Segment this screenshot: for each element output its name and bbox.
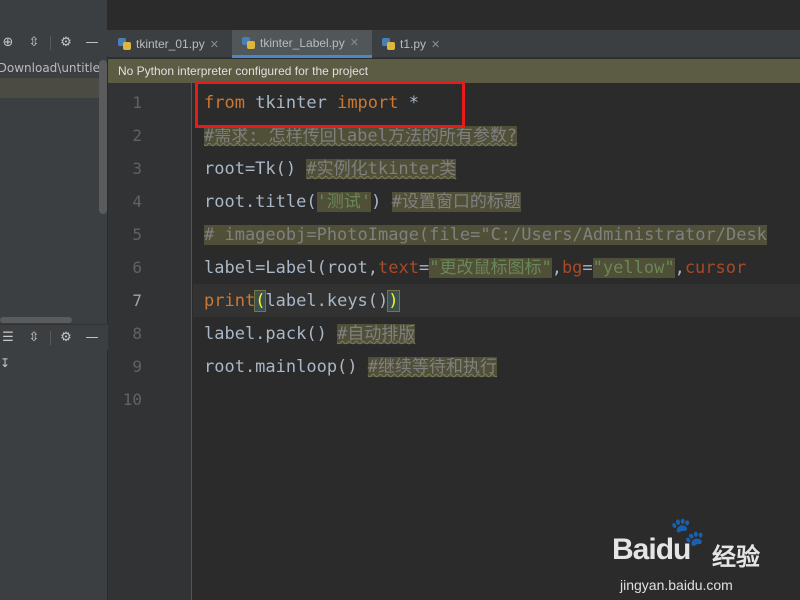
interpreter-warning-banner[interactable]: No Python interpreter configured for the… bbox=[108, 59, 800, 83]
code-line-6[interactable]: label=Label(root,text="更改鼠标图标",bg="yello… bbox=[204, 252, 746, 285]
minimize-icon[interactable]: — bbox=[84, 330, 100, 346]
line-number: 2 bbox=[132, 126, 142, 145]
tab-tkinter-01[interactable]: tkinter_01.py ✕ bbox=[108, 30, 232, 58]
sort-icon[interactable]: ☰ bbox=[0, 330, 16, 346]
comment: #自动排版 bbox=[337, 324, 416, 344]
watermark-brand-cn: 经验 bbox=[712, 543, 760, 571]
watermark-url: jingyan.baidu.com bbox=[620, 577, 733, 593]
minimize-icon[interactable]: — bbox=[84, 35, 100, 51]
equals: = bbox=[582, 258, 593, 278]
code-text: label.keys() bbox=[265, 291, 389, 311]
code-line-3[interactable]: root=Tk() #实例化tkinter类 bbox=[204, 153, 457, 186]
line-number: 4 bbox=[132, 192, 142, 211]
kwarg-bg: bg bbox=[561, 258, 583, 278]
tab-label: t1.py bbox=[400, 37, 427, 51]
project-path[interactable]: kDownload\untitle bbox=[0, 58, 100, 78]
kwarg-text: text bbox=[378, 258, 419, 278]
code-line-7[interactable]: print(label.keys()) bbox=[204, 285, 400, 318]
comment: #继续等待和执行 bbox=[367, 357, 498, 377]
tab-t1[interactable]: t1.py ✕ bbox=[372, 30, 454, 58]
matched-bracket: ( bbox=[254, 290, 267, 312]
project-toolbar: ⊕ ⇳ ⚙ — bbox=[0, 30, 108, 56]
tab-label: tkinter_Label.py bbox=[260, 35, 345, 50]
string-literal: '测试' bbox=[316, 192, 372, 212]
toolbar-divider bbox=[50, 36, 51, 50]
toolbar-divider bbox=[50, 331, 51, 345]
line-number-gutter: 1 2 3 4 5 6 7 8 9 10 bbox=[108, 83, 192, 600]
close-icon[interactable]: ✕ bbox=[210, 38, 219, 51]
kwarg-cursor: cursor bbox=[684, 258, 747, 278]
equals: = bbox=[418, 258, 430, 278]
line-number: 9 bbox=[132, 357, 142, 376]
comment: # imageobj=PhotoImage(file="C:/Users/Adm… bbox=[204, 225, 767, 245]
horizontal-scrollbar[interactable] bbox=[0, 317, 72, 323]
code-line-8[interactable]: label.pack() #自动排版 bbox=[204, 318, 416, 351]
line-number-current: 7 bbox=[132, 291, 142, 310]
comma: , bbox=[551, 258, 562, 278]
editor-tab-bar: tkinter_01.py ✕ tkinter_Label.py ✕ t1.py… bbox=[108, 30, 800, 58]
code-text: root.title( bbox=[204, 192, 317, 212]
tab-label: tkinter_01.py bbox=[136, 37, 205, 51]
locate-icon[interactable]: ⊕ bbox=[0, 35, 16, 51]
project-panel: ⊕ ⇳ ⚙ — kDownload\untitle ☰ ⇳ ⚙ — ↧ bbox=[0, 0, 108, 600]
line-number: 8 bbox=[132, 324, 142, 343]
baidu-watermark: 🐾 Baidu 经验 jingyan.baidu.com bbox=[612, 515, 792, 595]
line-number: 6 bbox=[132, 258, 142, 277]
comment: #需求: 怎样传回label方法的所有参数? bbox=[204, 126, 518, 146]
code-text: ) bbox=[371, 192, 382, 212]
line-number: 5 bbox=[132, 225, 142, 244]
python-file-icon bbox=[242, 36, 256, 50]
string-literal: "更改鼠标图标" bbox=[429, 258, 552, 278]
selected-tree-row[interactable] bbox=[0, 78, 100, 98]
builtin-print: print bbox=[204, 291, 256, 311]
comment: #设置窗口的标题 bbox=[391, 192, 521, 212]
vertical-scrollbar[interactable] bbox=[99, 60, 107, 214]
tab-tkinter-label[interactable]: tkinter_Label.py ✕ bbox=[232, 30, 372, 58]
line-number: 3 bbox=[132, 159, 142, 178]
code-text: root.mainloop() bbox=[204, 357, 358, 377]
code-line-5[interactable]: # imageobj=PhotoImage(file="C:/Users/Adm… bbox=[204, 219, 767, 252]
python-file-icon bbox=[382, 37, 396, 51]
gear-icon[interactable]: ⚙ bbox=[58, 330, 74, 346]
code-line-4[interactable]: root.title('测试') #设置窗口的标题 bbox=[204, 186, 521, 219]
line-number: 1 bbox=[132, 93, 142, 112]
annotation-highlight-box bbox=[195, 81, 465, 128]
collapse-icon[interactable]: ⇳ bbox=[26, 330, 42, 346]
scroll-from-source-icon[interactable]: ↧ bbox=[0, 356, 10, 370]
structure-toolbar: ☰ ⇳ ⚙ — bbox=[0, 324, 108, 350]
code-line-9[interactable]: root.mainloop() #继续等待和执行 bbox=[204, 351, 498, 384]
code-text: root=Tk() bbox=[204, 159, 297, 179]
gear-icon[interactable]: ⚙ bbox=[58, 35, 74, 51]
code-text: label.pack() bbox=[204, 324, 327, 344]
python-file-icon bbox=[118, 37, 132, 51]
close-icon[interactable]: ✕ bbox=[350, 36, 359, 49]
comma: , bbox=[674, 258, 685, 278]
close-icon[interactable]: ✕ bbox=[431, 38, 440, 51]
comment: #实例化tkinter类 bbox=[306, 159, 457, 179]
collapse-icon[interactable]: ⇳ bbox=[26, 35, 42, 51]
string-literal: "yellow" bbox=[592, 258, 675, 278]
matched-bracket: ) bbox=[387, 290, 400, 312]
code-text: label=Label(root, bbox=[204, 258, 378, 278]
line-number: 10 bbox=[122, 390, 142, 409]
watermark-brand: Baidu bbox=[612, 533, 691, 566]
